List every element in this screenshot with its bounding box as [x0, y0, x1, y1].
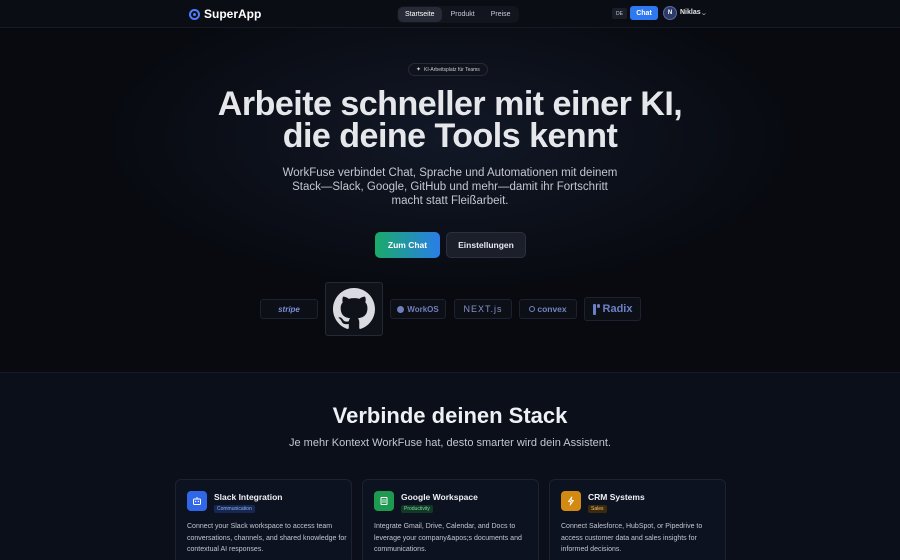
card-description: Connect your Slack workspace to access t… — [187, 523, 347, 553]
brand-logo[interactable]: SuperApp — [189, 7, 261, 21]
logo-icon — [189, 8, 200, 20]
language-switcher[interactable]: DE — [612, 8, 627, 19]
zum-chat-button[interactable]: Zum Chat — [375, 232, 440, 258]
nav-item-produkt[interactable]: Produkt — [444, 7, 482, 22]
card-description: Connect Salesforce, HubSpot, or Pipedriv… — [561, 523, 703, 553]
integrations-section: Verbinde deinen Stack Je mehr Kontext Wo… — [0, 372, 900, 560]
main-nav: Startseite Produkt Preise — [397, 6, 519, 23]
card-title: Google Workspace — [401, 492, 478, 502]
nav-item-startseite[interactable]: Startseite — [398, 7, 442, 22]
sparkle-icon: ✦ — [416, 67, 422, 73]
nextjs-logo: NEXT.js — [454, 299, 512, 319]
chat-button[interactable]: Chat — [630, 6, 658, 20]
radix-label: Radix — [602, 303, 633, 315]
github-icon — [333, 288, 375, 329]
robot-icon — [187, 491, 207, 511]
nav-item-preise[interactable]: Preise — [484, 7, 518, 22]
github-logo — [325, 282, 383, 336]
avatar[interactable]: N — [663, 6, 677, 20]
chevron-down-icon[interactable]: ⌄ — [700, 9, 707, 17]
convex-label: convex — [537, 304, 567, 314]
card-tag: Communication — [214, 505, 255, 513]
hero-badge-label: KI-Arbeitsplatz für Teams — [424, 66, 480, 73]
hero-badge: ✦ KI-Arbeitsplatz für Teams — [408, 63, 488, 76]
integration-card-google[interactable]: Google Workspace Productivity Integrate … — [362, 479, 539, 560]
convex-icon — [529, 306, 536, 312]
card-title: CRM Systems — [588, 492, 645, 502]
card-tag: Sales — [588, 505, 607, 513]
stripe-logo: stripe — [260, 299, 318, 319]
brand-name: SuperApp — [204, 7, 262, 21]
hero-subtitle: WorkFuse verbindet Chat, Sprache und Aut… — [282, 167, 618, 207]
user-name[interactable]: Niklas — [680, 9, 701, 16]
integration-card-slack[interactable]: Slack Integration Communication Connect … — [175, 479, 352, 560]
radix-icon — [592, 303, 600, 315]
convex-logo: convex — [519, 299, 577, 319]
section-subtitle: Je mehr Kontext WorkFuse hat, desto smar… — [289, 437, 611, 449]
building-icon — [374, 491, 394, 511]
workos-icon — [397, 305, 405, 313]
hero-title-line2: die deine Tools kennt — [282, 117, 618, 155]
card-tag: Productivity — [401, 505, 433, 513]
card-description: Integrate Gmail, Drive, Calendar, and Do… — [374, 523, 522, 553]
einstellungen-button[interactable]: Einstellungen — [446, 232, 526, 258]
section-title: Verbinde deinen Stack — [332, 403, 568, 428]
hero-title: Arbeite schneller mit einer KI, die dein… — [0, 87, 900, 155]
integration-card-crm[interactable]: CRM Systems Sales Connect Salesforce, Hu… — [549, 479, 726, 560]
hero-section: ✦ KI-Arbeitsplatz für Teams Arbeite schn… — [0, 28, 900, 372]
radix-logo: Radix — [584, 297, 641, 321]
workos-label: WorkOS — [407, 304, 439, 314]
card-title: Slack Integration — [214, 492, 283, 502]
workos-logo: WorkOS — [390, 299, 446, 319]
top-navbar: SuperApp Startseite Produkt Preise DE Ch… — [0, 0, 900, 28]
lightning-icon — [561, 491, 581, 511]
